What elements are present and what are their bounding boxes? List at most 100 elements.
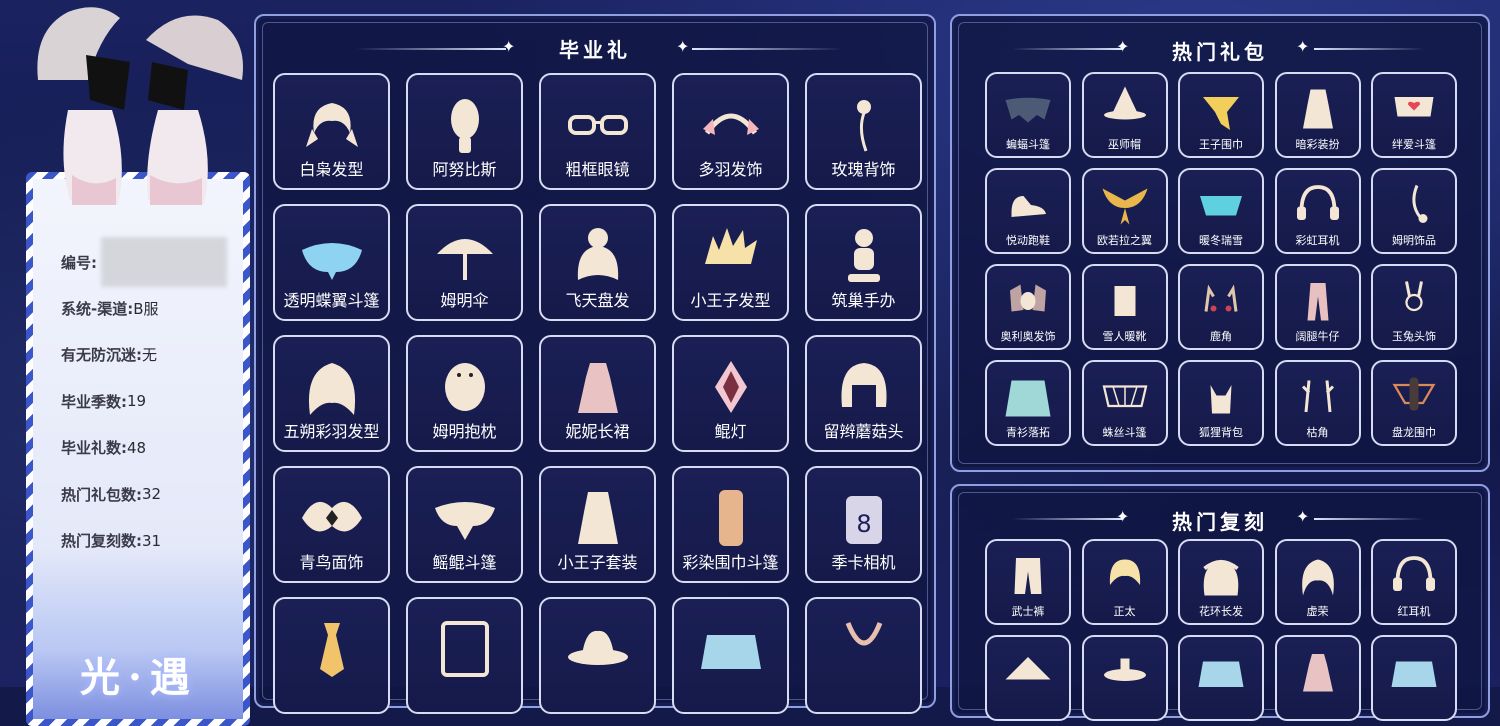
item-label: 雪人暖靴 <box>1102 330 1147 343</box>
hot-reruns-item-tile[interactable]: 红耳机 <box>1371 539 1457 625</box>
item-label: 巫师帽 <box>1108 138 1141 151</box>
hot-reruns-item-tile[interactable]: 虚荣 <box>1274 539 1361 625</box>
antlers-icon <box>1204 284 1238 312</box>
hot-packs-item-tile[interactable]: 雪人暖靴 <box>1081 264 1168 350</box>
item-label: 奥利奥发饰 <box>1000 330 1056 343</box>
hot-packs-item-tile[interactable]: 欧若拉之翼 <box>1081 168 1168 254</box>
item-label: 青鸟面饰 <box>299 553 364 572</box>
hot-packs-item-tile[interactable]: 奥利奥发饰 <box>985 264 1071 350</box>
graduation-item-tile[interactable] <box>273 597 390 714</box>
long-hair-icon <box>308 363 355 415</box>
item-label: 留辫蘑菇头 <box>823 422 904 441</box>
graduation-item-tile[interactable]: 阿努比斯 <box>406 73 523 190</box>
account-info-card: 编号: 系统-渠道: B服 有无防沉迷: 无 毕业季数: 19 毕业礼数: 48… <box>26 172 250 726</box>
hot-packs-item-tile[interactable]: 鹿角 <box>1178 264 1264 350</box>
hot-reruns-item-tile[interactable] <box>1178 635 1264 721</box>
hot-packs-item-tile[interactable]: 阔腿牛仔 <box>1274 264 1361 350</box>
hot-packs-item-tile[interactable]: 狐狸背包 <box>1178 360 1264 446</box>
headphones-icon <box>1296 185 1339 220</box>
hot-packs-item-tile[interactable]: 玉兔头饰 <box>1371 264 1457 350</box>
glasses-icon <box>567 115 628 135</box>
item-label: 鹿角 <box>1210 330 1232 343</box>
graduation-item-tile[interactable]: 姆明抱枕 <box>406 335 523 452</box>
hot-packs-item-tile[interactable]: 青衫落拓 <box>985 360 1071 446</box>
graduation-item-tile[interactable]: 粗框眼镜 <box>539 73 656 190</box>
graduation-item-tile[interactable]: 小王子套装 <box>539 466 656 583</box>
item-label: 盘龙围巾 <box>1392 426 1436 439</box>
hot-reruns-item-tile[interactable] <box>1274 635 1361 721</box>
hot-packs-item-tile[interactable]: 蝙蝠斗篷 <box>985 72 1071 158</box>
hot-packs-item-tile[interactable]: 彩虹耳机 <box>1274 168 1361 254</box>
hot-packs-item-tile[interactable]: 暖冬瑞雪 <box>1178 168 1264 254</box>
graduation-item-tile[interactable]: 玫瑰背饰 <box>805 73 922 190</box>
item-label: 悦动跑鞋 <box>1006 234 1050 247</box>
graduation-item-tile[interactable]: 8 季卡相机 <box>805 466 922 583</box>
piano-icon <box>440 621 489 677</box>
hot-packs-item-tile[interactable]: 巫师帽 <box>1081 72 1168 158</box>
graduation-item-tile[interactable]: 鲲灯 <box>672 335 789 452</box>
graduation-item-tile[interactable]: 鳐鲲斗篷 <box>406 466 523 583</box>
graduation-item-tile[interactable]: 妮妮长裙 <box>539 335 656 452</box>
hot-reruns-item-tile[interactable]: 花环长发 <box>1178 539 1264 625</box>
hot-packs-item-tile[interactable]: 枯角 <box>1274 360 1361 446</box>
scarf-icon <box>1203 97 1239 130</box>
graduation-item-tile[interactable] <box>672 597 789 714</box>
item-label: 粗框眼镜 <box>565 160 630 179</box>
hot-packs-item-tile[interactable]: 盘龙围巾 <box>1371 360 1457 446</box>
web-cape-icon <box>1102 385 1147 408</box>
graduation-item-tile[interactable]: 多羽发饰 <box>672 73 789 190</box>
panel-title: 热门礼包 <box>1172 40 1268 64</box>
item-label: 季卡相机 <box>831 553 896 572</box>
graduation-item-tile[interactable]: 小王子发型 <box>672 204 789 321</box>
cape-icon <box>1198 661 1244 687</box>
graduation-item-tile[interactable]: 白枭发型 <box>273 73 390 190</box>
sparkle-icon: ✦ <box>676 37 690 56</box>
lamp-icon <box>1103 658 1146 681</box>
graduation-item-tile[interactable]: 飞天盘发 <box>539 204 656 321</box>
hot-packs-item-tile[interactable]: 姆明饰品 <box>1371 168 1457 254</box>
info-row-pack-count: 热门礼包数: 32 <box>61 471 227 517</box>
hot-packs-item-tile[interactable]: 悦动跑鞋 <box>985 168 1071 254</box>
graduation-item-tile[interactable]: 青鸟面饰 <box>273 466 390 583</box>
rabbit-icon <box>1405 281 1423 312</box>
info-label: 毕业季数: <box>61 392 127 411</box>
hot-packs-item-tile[interactable]: 王子围巾 <box>1178 72 1264 158</box>
info-value: 32 <box>142 485 162 504</box>
graduation-item-tile[interactable]: 透明蝶翼斗篷 <box>273 204 390 321</box>
graduation-item-tile[interactable]: 五朔彩羽发型 <box>273 335 390 452</box>
graduation-item-tile[interactable]: 彩染围巾斗篷 <box>672 466 789 583</box>
outfit-icon <box>577 492 618 544</box>
graduation-item-tile[interactable]: 筑巢手办 <box>805 204 922 321</box>
title-deco-right <box>1314 518 1424 520</box>
bird-mask-icon <box>301 501 362 532</box>
hot-packs-item-tile[interactable]: 暗彩装扮 <box>1274 72 1361 158</box>
account-info-list: 编号: 系统-渠道: B服 有无防沉迷: 无 毕业季数: 19 毕业礼数: 48… <box>61 237 227 564</box>
graduation-item-tile[interactable]: 留辫蘑菇头 <box>805 335 922 452</box>
hot-reruns-item-tile[interactable] <box>1371 635 1457 721</box>
info-value: 31 <box>142 531 162 550</box>
hair-icon <box>305 103 358 147</box>
item-label: 飞天盘发 <box>565 291 630 310</box>
graduation-item-tile[interactable]: 姆明伞 <box>406 204 523 321</box>
info-label: 系统-渠道: <box>61 300 134 319</box>
hot-reruns-item-tile[interactable]: 武士裤 <box>985 539 1071 625</box>
game-logo: 光·遇 <box>80 654 198 701</box>
headband-icon <box>702 113 759 135</box>
shoe-icon <box>1011 196 1046 217</box>
snow-cape-icon <box>1200 196 1242 216</box>
graduation-item-tile[interactable] <box>406 597 523 714</box>
hot-reruns-item-tile[interactable]: 正太 <box>1081 539 1168 625</box>
hot-packs-item-tile[interactable]: 蛛丝斗篷 <box>1081 360 1168 446</box>
item-label: 青衫落拓 <box>1006 426 1050 439</box>
hot-reruns-item-tile[interactable] <box>1081 635 1168 721</box>
item-label: 暗彩装扮 <box>1295 138 1340 151</box>
mask-icon <box>450 99 479 153</box>
outfit-icon <box>1302 89 1333 129</box>
tail-icon <box>1412 184 1428 223</box>
graduation-item-tile[interactable] <box>805 597 922 714</box>
graduation-item-tile[interactable] <box>539 597 656 714</box>
hot-reruns-item-tile[interactable] <box>985 635 1071 721</box>
wreath-hair-icon <box>1203 559 1239 596</box>
heart-cape-icon <box>1394 97 1434 117</box>
hot-packs-item-tile[interactable]: 绊爱斗篷 <box>1371 72 1457 158</box>
